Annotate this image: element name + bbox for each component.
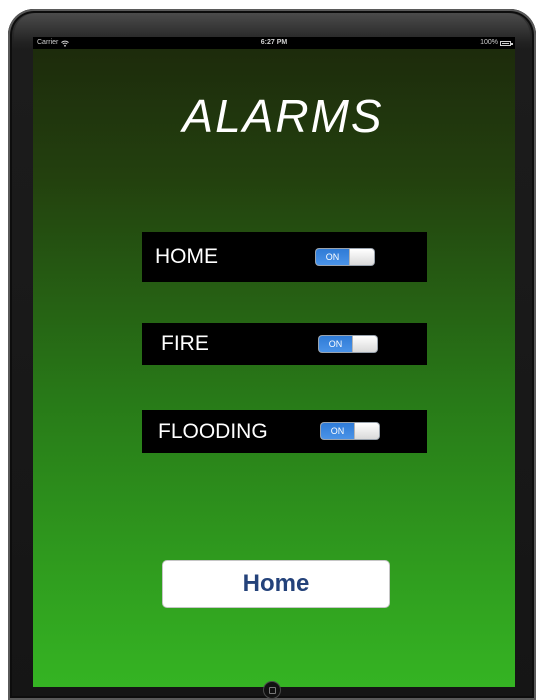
page-title: ALARMS	[182, 90, 384, 142]
alarm-label-flooding: FLOODING	[158, 420, 268, 443]
switch-knob	[352, 336, 377, 352]
alarm-label-home: HOME	[155, 245, 218, 268]
switch-on-label: ON	[316, 249, 349, 265]
home-alarm-switch[interactable]: ON	[316, 249, 374, 265]
alarms-screen: ALARMS HOME ON FIRE ON FLOODING ON Home	[33, 49, 515, 687]
switch-on-label: ON	[321, 423, 354, 439]
device-screen: Carrier 6:27 PM 100% ALARMS HOME ON FIRE…	[33, 37, 515, 687]
alarm-row-home: HOME ON	[142, 232, 427, 282]
fire-alarm-switch[interactable]: ON	[319, 336, 377, 352]
hardware-home-button[interactable]	[264, 682, 280, 698]
ipad-device-frame: Carrier 6:27 PM 100% ALARMS HOME ON FIRE…	[8, 9, 536, 700]
status-right: 100%	[480, 37, 513, 49]
battery-percent: 100%	[480, 39, 498, 46]
home-square-icon	[269, 687, 276, 694]
switch-knob	[349, 249, 374, 265]
alarm-label-fire: FIRE	[161, 332, 209, 355]
status-time: 6:27 PM	[260, 39, 288, 46]
status-bar: Carrier 6:27 PM 100%	[33, 37, 515, 49]
home-button[interactable]: Home	[162, 560, 390, 608]
switch-knob	[354, 423, 379, 439]
alarm-row-flooding: FLOODING ON	[142, 410, 427, 453]
battery-icon	[500, 40, 513, 46]
flooding-alarm-switch[interactable]: ON	[321, 423, 379, 439]
alarm-row-fire: FIRE ON	[142, 323, 427, 365]
switch-on-label: ON	[319, 336, 352, 352]
